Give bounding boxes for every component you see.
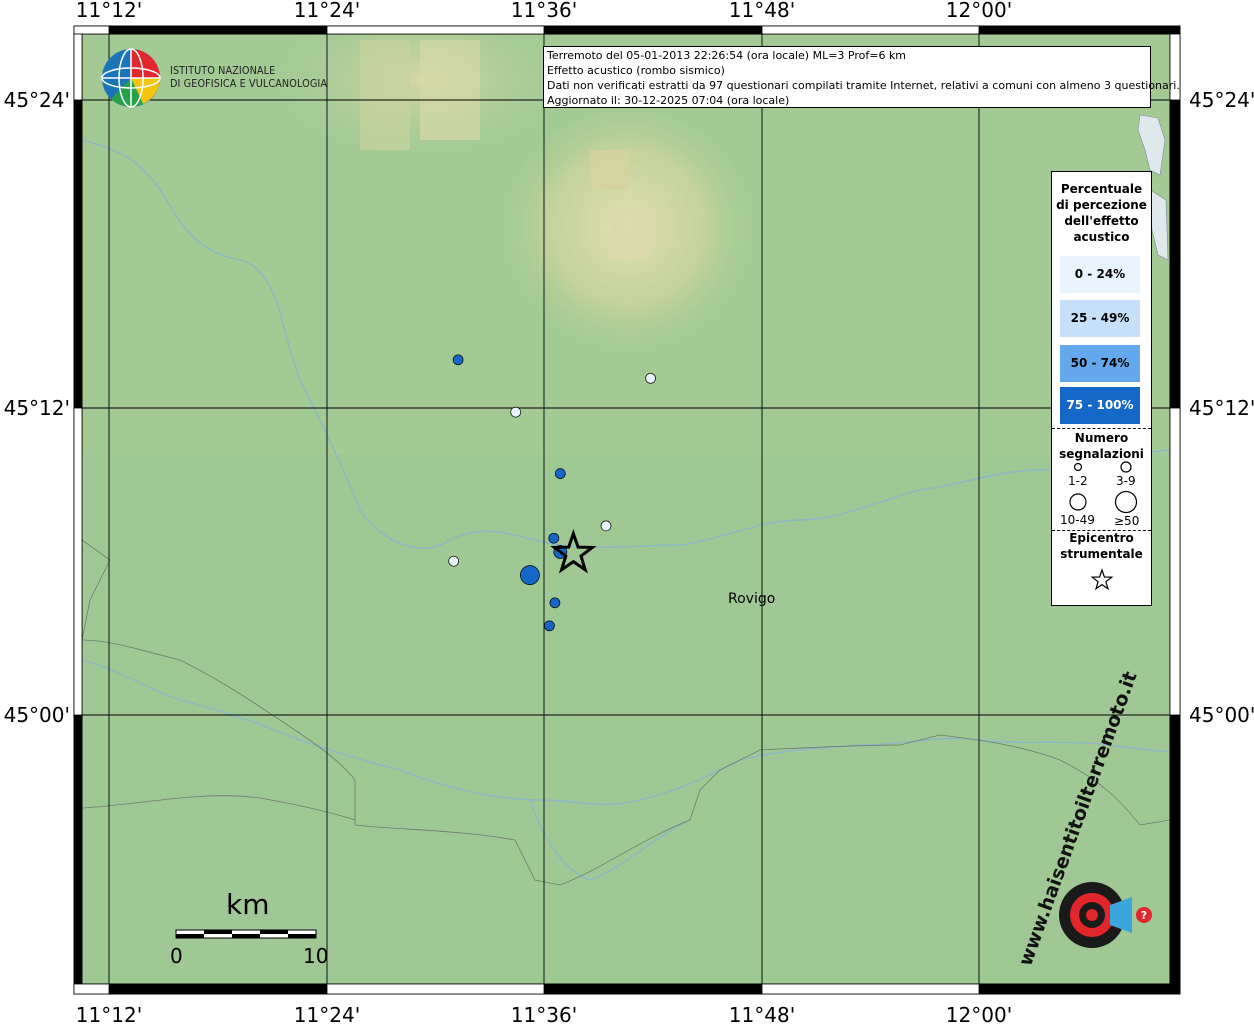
observation-point[interactable] [452,354,464,366]
top-tick-label: 11°36' [511,0,577,22]
svg-text:?: ? [1141,909,1147,922]
legend-title-line: Percentuale [1060,182,1143,196]
event-effect: Effetto acustico (rombo sismico) [547,64,725,77]
legend-divider [1052,428,1151,429]
bottom-tick-label: 11°12' [76,1003,142,1024]
legend-size-label: 10-49 [1060,513,1095,527]
bottom-tick-label: 11°24' [294,1003,360,1024]
left-tick-label: 45°00' [4,703,70,727]
legend-class-1: 25 - 49% [1060,300,1140,337]
ingv-line-1: ISTITUTO NAZIONALE [170,64,276,77]
observation-point[interactable] [600,520,612,532]
legend-title-line: acustico [1073,230,1130,244]
event-data-note: Dati non verificati estratti da 97 quest… [547,79,1180,92]
legend-class-0: 0 - 24% [1060,256,1140,293]
scale-bar [175,929,317,939]
legend-count-title-line: Numero [1074,431,1129,445]
left-tick-label: 45°12' [4,396,70,420]
right-tick-label: 45°12' [1189,396,1254,420]
legend-panel: Percentuale di percezione dell'effetto a… [1051,171,1152,606]
observation-point[interactable] [448,555,460,567]
hill-patch [360,40,410,150]
legend-size-label: 3-9 [1116,474,1136,488]
top-tick-label: 11°12' [76,0,142,22]
top-tick-label: 12°00' [946,0,1012,22]
top-tick-label: 11°48' [729,0,795,22]
event-title: Terremoto del 05-01-2013 22:26:54 (ora l… [547,49,907,62]
legend-class-3: 75 - 100% [1060,387,1140,424]
observation-point[interactable] [645,372,656,384]
scale-title: km [226,888,270,921]
hill-patch [420,40,480,140]
observation-point[interactable] [510,406,522,418]
bottom-tick-label: 12°00' [946,1003,1012,1024]
observation-point[interactable] [554,468,566,479]
legend-star-icon [1090,568,1114,591]
observation-point[interactable] [544,620,555,632]
legend-size-1-2-symbol [1073,462,1083,472]
legend-size-10-49-symbol [1069,493,1087,511]
legend-title-line: dell'effetto [1064,214,1139,228]
bottom-tick-label: 11°48' [729,1003,795,1024]
event-info-box: Terremoto del 05-01-2013 22:26:54 (ora l… [543,46,1180,108]
legend-size-3-9-symbol [1120,461,1132,473]
top-tick-label: 11°24' [294,0,360,22]
right-tick-label: 45°00' [1189,703,1254,727]
legend-size-50-symbol [1114,490,1138,514]
ingv-line-2: DI GEOFISICA E VULCANOLOGIA [170,77,328,90]
observation-point[interactable] [548,532,560,544]
legend-class-2: 50 - 74% [1060,345,1140,382]
left-tick-label: 45°24' [4,88,70,112]
legend-epicenter-title-line: Epicentro [1069,531,1134,545]
event-updated: Aggiornato il: 30-12-2025 07:04 (ora loc… [547,94,790,107]
observation-point[interactable] [520,565,540,585]
scale-max-label: 10 [303,944,329,968]
ingv-logo-icon [101,48,161,108]
right-tick-label: 45°24' [1189,88,1254,112]
hill-patch [590,150,630,190]
legend-epicenter-title-line: strumentale [1060,547,1143,561]
legend-size-label: ≥50 [1114,514,1140,528]
legend-title-line: di percezione [1056,198,1147,212]
city-label-rovigo: Rovigo [728,591,776,607]
hill-patch [610,210,650,260]
legend-title: Percentuale di percezione dell'effetto a… [1052,181,1151,245]
legend-size-label: 1-2 [1068,474,1088,488]
observation-point[interactable] [549,597,561,609]
ingv-logo-text: ISTITUTO NAZIONALE DI GEOFISICA E VULCAN… [170,64,327,90]
map-area [82,34,1170,984]
scale-min-label: 0 [170,944,183,968]
legend-epicenter-title: Epicentro strumentale [1052,530,1151,562]
bottom-tick-label: 11°36' [511,1003,577,1024]
